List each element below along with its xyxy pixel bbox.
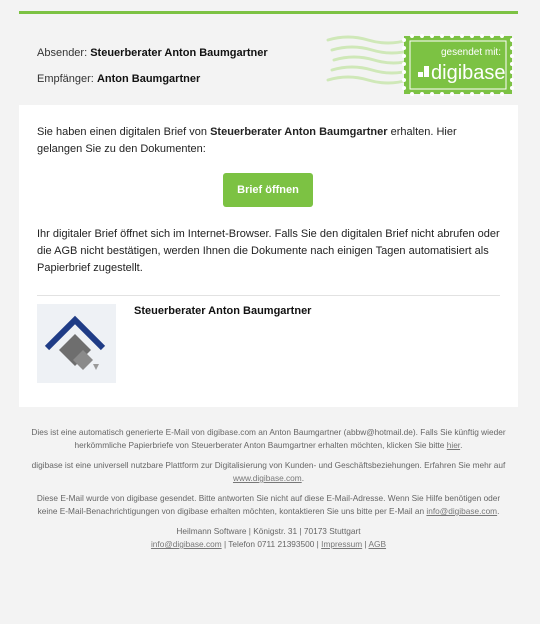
email-header: Absender: Steuerberater Anton Baumgartne… [19, 14, 518, 100]
footer-about-text: digibase ist eine universell nutzbare Pl… [31, 460, 506, 470]
email-footer: Dies ist eine automatisch generierte E-M… [19, 426, 518, 558]
info-text: Ihr digitaler Brief öffnet sich im Inter… [37, 228, 500, 274]
recipient-label: Empfänger: [37, 73, 94, 85]
stamp-brand: digibase [431, 62, 506, 84]
footer-unsubscribe-text: Dies ist eine automatisch generierte E-M… [31, 427, 506, 450]
footer-paragraph-help: Diese E-Mail wurde von digibase gesendet… [19, 492, 518, 518]
recipient-name: Anton Baumgartner [96, 73, 201, 85]
tax-advisor-logo-icon [37, 304, 116, 383]
footer-paragraph-company: Heilmann Software | Königstr. 31 | 70173… [19, 525, 518, 551]
message-card: Sie haben einen digitalen Brief von Steu… [19, 105, 518, 407]
contact-email-link[interactable]: info@digibase.com [151, 539, 222, 549]
stamp-icon: gesendet mit: digibase [402, 34, 514, 96]
footer-period: . [460, 440, 463, 450]
phone-text: | Telefon 0711 21393500 | [221, 539, 322, 549]
footer-paragraph-unsubscribe: Dies ist eine automatisch generierte E-M… [19, 426, 518, 452]
recipient-line: Empfänger: Anton Baumgartner [37, 73, 200, 85]
agb-link[interactable]: AGB [369, 539, 387, 549]
signature-name: Steuerberater Anton Baumgartner [134, 305, 312, 317]
stamp-top-text: gesendet mit: [441, 47, 501, 58]
company-address: Heilmann Software | Königstr. 31 | 70173… [176, 526, 361, 536]
intro-text: Sie haben einen digitalen Brief von Steu… [37, 124, 503, 158]
footer-period: . [497, 506, 500, 516]
postmark-waves-icon [326, 35, 414, 85]
impressum-link[interactable]: Impressum [321, 539, 362, 549]
intro-prefix: Sie haben einen digitalen Brief von [37, 126, 208, 138]
footer-period: . [301, 473, 305, 483]
open-letter-button[interactable]: Brief öffnen [223, 173, 313, 207]
unsubscribe-link[interactable]: hier [447, 440, 460, 450]
help-email-link[interactable]: info@digibase.com [426, 506, 497, 516]
sender-logo [37, 304, 116, 383]
footer-paragraph-about: digibase ist eine universell nutzbare Pl… [19, 459, 518, 485]
sender-name: Steuerberater Anton Baumgartner [90, 47, 268, 59]
digibase-stamp-logo: gesendet mit: digibase [326, 34, 514, 96]
sender-line: Absender: Steuerberater Anton Baumgartne… [37, 47, 268, 59]
email-container: Absender: Steuerberater Anton Baumgartne… [19, 11, 518, 549]
sender-label: Absender: [37, 47, 88, 59]
divider [37, 295, 500, 296]
intro-sender: Steuerberater Anton Baumgartner [210, 126, 388, 138]
website-link[interactable]: www.digibase.com [233, 473, 302, 483]
